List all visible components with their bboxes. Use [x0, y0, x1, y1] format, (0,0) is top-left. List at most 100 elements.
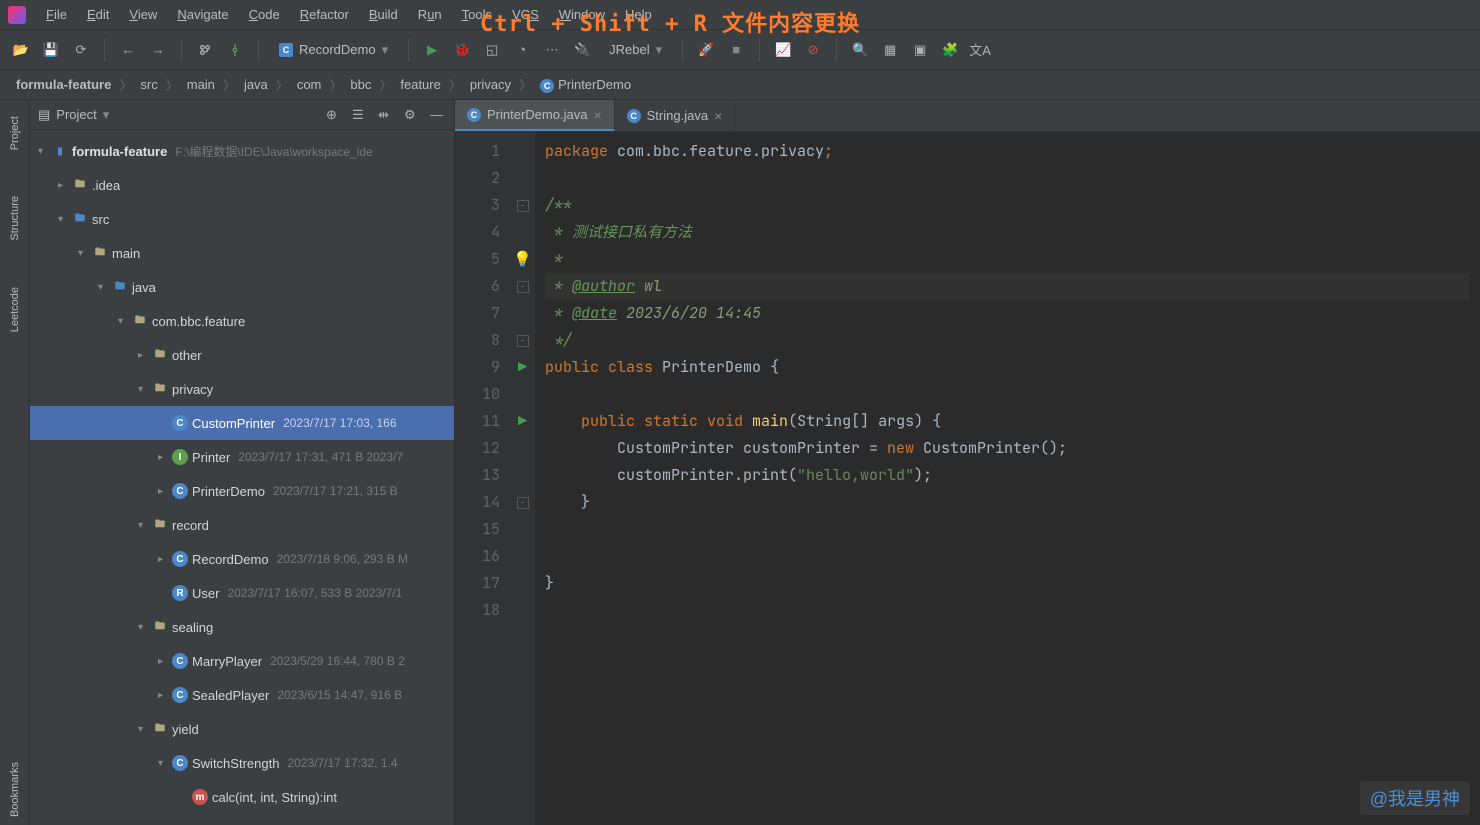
- breadcrumb-item[interactable]: privacy: [466, 75, 515, 94]
- tree-row[interactable]: ▾🖿sealing: [30, 610, 454, 644]
- editor-tab[interactable]: CString.java×: [615, 100, 736, 131]
- menu-navigate[interactable]: Navigate: [167, 3, 238, 26]
- tree-row[interactable]: ▸CMarryPlayer2023/5/29 16:44, 780 B 2: [30, 644, 454, 678]
- gear-icon[interactable]: ⚙: [404, 107, 420, 123]
- line-number[interactable]: 14: [455, 489, 500, 516]
- tree-row[interactable]: ▾🖿privacy: [30, 372, 454, 406]
- tree-row[interactable]: ▸🖿.idea: [30, 168, 454, 202]
- code-line[interactable]: }: [545, 489, 1470, 516]
- forward-icon[interactable]: →: [147, 39, 169, 61]
- side-tab-bookmarks[interactable]: Bookmarks: [9, 754, 21, 825]
- tree-row[interactable]: ▸CPrinterDemo2023/7/17 17:21, 315 B: [30, 474, 454, 508]
- breadcrumb-item[interactable]: com: [293, 75, 326, 94]
- tree-row[interactable]: ▾🖿record: [30, 508, 454, 542]
- breadcrumb-item[interactable]: java: [240, 75, 272, 94]
- line-number[interactable]: 10: [455, 381, 500, 408]
- fold-icon[interactable]: −: [517, 497, 529, 509]
- run-config-select[interactable]: C RecordDemo ▾: [271, 42, 396, 58]
- run-icon[interactable]: ▶: [421, 39, 443, 61]
- side-tab-structure[interactable]: Structure: [9, 188, 21, 249]
- expand-all-icon[interactable]: ☰: [352, 107, 368, 123]
- menu-window[interactable]: Window: [549, 3, 615, 26]
- attach-icon[interactable]: 🔌: [571, 39, 593, 61]
- no-entry-icon[interactable]: ⊘: [802, 39, 824, 61]
- line-number[interactable]: 16: [455, 543, 500, 570]
- tree-row[interactable]: ▸IPrinter2023/7/17 17:31, 471 B 2023/7: [30, 440, 454, 474]
- more-run-icon[interactable]: ⋯: [541, 39, 563, 61]
- breadcrumb-item[interactable]: main: [183, 75, 219, 94]
- code-line[interactable]: [545, 381, 1470, 408]
- breadcrumb-item[interactable]: bbc: [346, 75, 375, 94]
- line-number[interactable]: 5: [455, 246, 500, 273]
- tree-row[interactable]: ▾CSwitchStrength2023/7/17 17:32, 1.4: [30, 746, 454, 780]
- tree-row[interactable]: mcalc(int, int, String):int: [30, 780, 454, 814]
- line-number[interactable]: 7: [455, 300, 500, 327]
- code-line[interactable]: * @author wl: [545, 273, 1470, 300]
- close-icon[interactable]: ×: [714, 108, 722, 124]
- tree-row[interactable]: ▾🖿yield: [30, 712, 454, 746]
- coverage-icon[interactable]: ◱: [481, 39, 503, 61]
- menu-view[interactable]: View: [119, 3, 167, 26]
- line-number[interactable]: 4: [455, 219, 500, 246]
- line-number[interactable]: 13: [455, 462, 500, 489]
- plugin-icon[interactable]: 🧩: [939, 39, 961, 61]
- menu-tools[interactable]: Tools: [452, 3, 502, 26]
- menu-edit[interactable]: Edit: [77, 3, 119, 26]
- tree-row[interactable]: ▾🖿src: [30, 202, 454, 236]
- code-line[interactable]: [545, 597, 1470, 624]
- line-number[interactable]: 8: [455, 327, 500, 354]
- line-number[interactable]: 3: [455, 192, 500, 219]
- tree-row[interactable]: RUser2023/7/17 16:07, 533 B 2023/7/1: [30, 576, 454, 610]
- stop-icon[interactable]: ■: [725, 39, 747, 61]
- debug-icon[interactable]: 🐞: [451, 39, 473, 61]
- code-editor[interactable]: package com.bbc.feature.privacy; /** * 测…: [535, 132, 1480, 825]
- code-line[interactable]: /**: [545, 192, 1470, 219]
- profile-icon[interactable]: ◔: [511, 39, 533, 61]
- line-number[interactable]: 17: [455, 570, 500, 597]
- run-gutter-icon[interactable]: ▶: [518, 408, 527, 435]
- code-line[interactable]: * @date 2023/6/20 14:45: [545, 300, 1470, 327]
- select-opened-icon[interactable]: ⊕: [326, 107, 342, 123]
- menu-help[interactable]: Help: [615, 3, 662, 26]
- menu-code[interactable]: Code: [239, 3, 290, 26]
- line-number[interactable]: 11: [455, 408, 500, 435]
- gradle-icon[interactable]: ▣: [909, 39, 931, 61]
- tree-row[interactable]: ▸CRecordDemo2023/7/18 9:06, 293 B M: [30, 542, 454, 576]
- commit-icon[interactable]: [224, 39, 246, 61]
- menu-build[interactable]: Build: [359, 3, 408, 26]
- line-number[interactable]: 1: [455, 138, 500, 165]
- run-gutter-icon[interactable]: ▶: [518, 354, 527, 381]
- close-icon[interactable]: ×: [593, 107, 601, 123]
- menu-run[interactable]: Run: [408, 3, 452, 26]
- line-number[interactable]: 2: [455, 165, 500, 192]
- tree-row[interactable]: ▾🖿main: [30, 236, 454, 270]
- tree-row[interactable]: ▸🖿other: [30, 338, 454, 372]
- tree-row[interactable]: ▾🖿java: [30, 270, 454, 304]
- line-number[interactable]: 9: [455, 354, 500, 381]
- code-line[interactable]: [545, 165, 1470, 192]
- breadcrumb-item[interactable]: formula-feature: [12, 75, 115, 94]
- search-icon[interactable]: 🔍: [849, 39, 871, 61]
- branch-icon[interactable]: [194, 39, 216, 61]
- save-all-icon[interactable]: 💾: [40, 39, 62, 61]
- jrebel-select[interactable]: JRebel ▾: [601, 42, 670, 58]
- line-number[interactable]: 6: [455, 273, 500, 300]
- breadcrumb-item[interactable]: src: [136, 75, 161, 94]
- code-line[interactable]: [545, 516, 1470, 543]
- breadcrumb-item[interactable]: CPrinterDemo: [536, 75, 635, 95]
- back-icon[interactable]: ←: [117, 39, 139, 61]
- translate-icon[interactable]: 文A: [969, 39, 991, 61]
- code-line[interactable]: customPrinter.print("hello,world");: [545, 462, 1470, 489]
- collapse-all-icon[interactable]: ⇹: [378, 107, 394, 123]
- line-number[interactable]: 18: [455, 597, 500, 624]
- code-line[interactable]: *: [545, 246, 1470, 273]
- fold-icon[interactable]: −: [517, 200, 529, 212]
- sync-icon[interactable]: ⟳: [70, 39, 92, 61]
- code-line[interactable]: public class PrinterDemo {: [545, 354, 1470, 381]
- activity-icon[interactable]: 📈: [772, 39, 794, 61]
- menu-refactor[interactable]: Refactor: [290, 3, 359, 26]
- structure-icon[interactable]: ▦: [879, 39, 901, 61]
- hide-icon[interactable]: —: [430, 107, 446, 123]
- project-tree[interactable]: ▾ ▮ formula-feature F:\编程数据\IDE\Java\wor…: [30, 130, 454, 825]
- open-icon[interactable]: 📂: [10, 39, 32, 61]
